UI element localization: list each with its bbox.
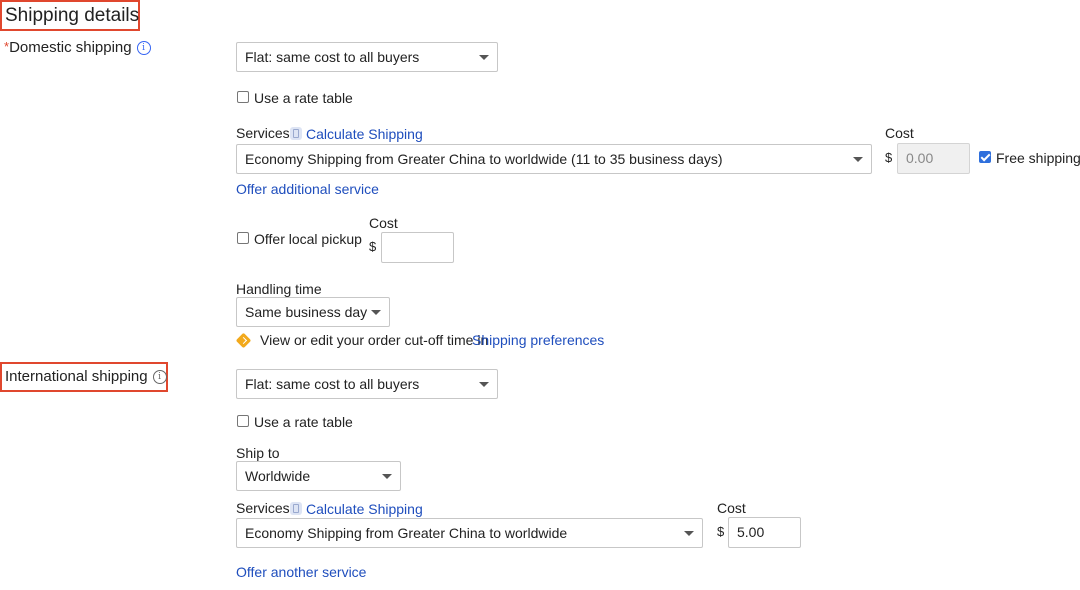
domestic-shipping-label-row: *Domestic shipping i	[4, 39, 151, 56]
international-cost-type-select[interactable]: Flat: same cost to all buyers	[236, 369, 498, 399]
international-shipping-label-box: International shipping i	[0, 362, 168, 392]
shipping-details-page: Shipping details *Domestic shipping i Fla…	[0, 0, 1080, 590]
ship-to-value: Worldwide	[245, 468, 311, 484]
international-services-label: Services	[236, 500, 290, 516]
ship-to-select[interactable]: Worldwide	[236, 461, 401, 491]
domestic-service-select[interactable]: Economy Shipping from Greater China to w…	[236, 144, 872, 174]
local-pickup-cost-input[interactable]	[381, 232, 454, 263]
offer-another-service-link[interactable]: Offer another service	[236, 564, 366, 580]
domestic-cost-type-value: Flat: same cost to all buyers	[245, 49, 420, 65]
chevron-down-icon	[684, 531, 694, 536]
international-rate-table-checkbox[interactable]	[237, 415, 249, 427]
international-currency-symbol: $	[717, 524, 725, 539]
info-icon[interactable]: i	[152, 370, 167, 385]
domestic-services-label: Services	[236, 125, 290, 141]
domestic-cost-input[interactable]: 0.00	[897, 143, 970, 174]
handling-time-label: Handling time	[236, 281, 322, 297]
shipping-preferences-link[interactable]: Shipping preferences	[472, 332, 604, 348]
chevron-down-icon	[371, 310, 381, 315]
free-shipping-checkbox[interactable]	[979, 151, 991, 163]
domestic-rate-table-label: Use a rate table	[254, 90, 353, 106]
domestic-cost-type-select[interactable]: Flat: same cost to all buyers	[236, 42, 498, 72]
local-pickup-label: Offer local pickup	[254, 231, 362, 247]
international-cost-type-value: Flat: same cost to all buyers	[245, 376, 420, 392]
domestic-shipping-label: Domestic shipping	[9, 39, 132, 56]
international-cost-label: Cost	[717, 500, 746, 516]
local-pickup-cost-label: Cost	[369, 215, 398, 231]
warning-icon	[235, 332, 252, 349]
domestic-rate-table-checkbox[interactable]	[237, 91, 249, 103]
handling-time-select[interactable]: Same business day	[236, 297, 390, 327]
international-shipping-label: International shipping	[5, 368, 148, 385]
domestic-service-value: Economy Shipping from Greater China to w…	[245, 151, 723, 167]
chevron-down-icon	[382, 474, 392, 479]
chevron-down-icon	[479, 382, 489, 387]
domestic-currency-symbol: $	[885, 150, 893, 165]
domestic-calculate-shipping-link[interactable]: Calculate Shipping	[306, 126, 423, 142]
ship-to-label: Ship to	[236, 445, 280, 461]
chevron-down-icon	[853, 157, 863, 162]
offer-additional-service-link[interactable]: Offer additional service	[236, 181, 379, 197]
free-shipping-label: Free shipping	[996, 150, 1080, 166]
international-service-value: Economy Shipping from Greater China to w…	[245, 525, 568, 541]
section-title: Shipping details	[0, 0, 140, 31]
international-rate-table-label: Use a rate table	[254, 414, 353, 430]
calculator-icon	[290, 127, 302, 140]
handling-time-value: Same business day	[245, 304, 368, 320]
international-cost-input[interactable]: 5.00	[728, 517, 801, 548]
international-calculate-shipping-link[interactable]: Calculate Shipping	[306, 501, 423, 517]
local-pickup-checkbox[interactable]	[237, 232, 249, 244]
local-pickup-currency-symbol: $	[369, 239, 377, 254]
international-service-select[interactable]: Economy Shipping from Greater China to w…	[236, 518, 703, 548]
domestic-cost-label: Cost	[885, 125, 914, 141]
info-icon[interactable]: i	[136, 41, 151, 56]
calculator-icon	[290, 502, 302, 515]
cutoff-time-text: View or edit your order cut-off time in	[260, 332, 489, 348]
chevron-down-icon	[479, 55, 489, 60]
